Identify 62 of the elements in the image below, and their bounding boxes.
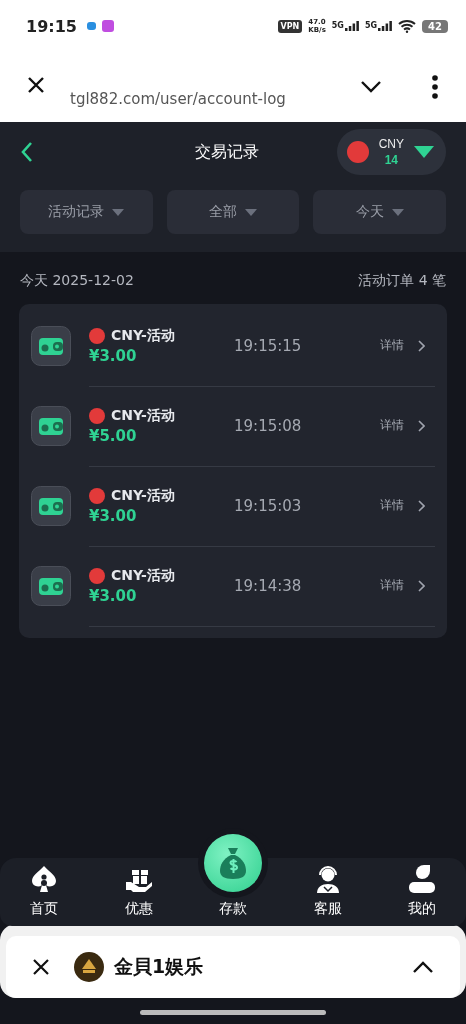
nav-tab[interactable]: 我的 xyxy=(392,864,452,926)
record-title: CNY-活动 xyxy=(111,486,175,505)
chevron-right-icon xyxy=(418,499,425,512)
page-title: 交易记录 xyxy=(195,141,260,163)
wallet-icon xyxy=(31,406,71,446)
nav-tab[interactable]: 客服 xyxy=(297,864,358,926)
nav-tab[interactable]: 存款 xyxy=(203,834,263,926)
currency-selector[interactable]: CNY 14 xyxy=(336,129,446,175)
spade-icon xyxy=(29,864,59,894)
close-icon[interactable] xyxy=(26,75,46,95)
record-title: CNY-活动 xyxy=(111,326,175,345)
details-link[interactable]: 详情 xyxy=(380,337,435,354)
chevron-up-icon[interactable] xyxy=(412,960,434,974)
chevron-right-icon xyxy=(418,419,425,432)
signal-icon xyxy=(378,21,393,31)
vpn-badge: VPN xyxy=(277,19,303,33)
record-time: 19:15:15 xyxy=(234,336,302,355)
filter-dropdown[interactable]: 今天 xyxy=(313,190,446,234)
network-label: 5G xyxy=(364,21,378,30)
chevron-down-icon[interactable] xyxy=(360,80,382,94)
wallet-icon xyxy=(31,486,71,526)
app-name: 金貝1娱乐 xyxy=(114,954,204,979)
details-link[interactable]: 详情 xyxy=(380,577,435,594)
order-count: 活动订单 4 笔 xyxy=(358,272,446,290)
network-label: 5G xyxy=(331,21,344,30)
record-amount: ¥3.00 xyxy=(89,346,138,365)
record-amount: ¥3.00 xyxy=(89,586,138,605)
url-text[interactable]: tgl882.com/user/account-log xyxy=(70,90,286,108)
record-time: 19:15:03 xyxy=(234,496,302,515)
record-time: 19:14:38 xyxy=(234,576,302,595)
details-link[interactable]: 详情 xyxy=(380,417,435,434)
wallet-icon xyxy=(31,326,71,366)
status-time: 19:15 xyxy=(26,16,77,36)
filter-dropdown[interactable]: 全部 xyxy=(166,190,300,234)
balance-value: 14 xyxy=(384,152,398,168)
chevron-right-icon xyxy=(418,579,425,592)
app-icon xyxy=(86,22,96,30)
signal-icon xyxy=(344,21,359,31)
caret-icon xyxy=(112,208,125,216)
wifi-icon xyxy=(398,19,417,33)
close-icon[interactable] xyxy=(32,958,50,976)
user-icon xyxy=(407,864,437,894)
battery-icon: 42 xyxy=(422,19,448,33)
date-label: 今天 2025-12-02 xyxy=(20,272,134,290)
record-amount: ¥3.00 xyxy=(89,506,138,525)
record-title: CNY-活动 xyxy=(111,566,175,585)
details-link[interactable]: 详情 xyxy=(380,497,435,514)
filter-dropdown[interactable]: 活动记录 xyxy=(20,190,153,234)
back-icon[interactable] xyxy=(20,141,34,163)
caret-icon xyxy=(414,146,434,158)
record-amount: ¥5.00 xyxy=(89,426,138,445)
wallet-icon xyxy=(31,566,71,606)
record-title: CNY-活动 xyxy=(111,406,175,425)
app-icon xyxy=(101,20,114,32)
more-icon[interactable] xyxy=(432,75,438,99)
caret-icon xyxy=(245,208,257,216)
record-time: 19:15:08 xyxy=(234,416,302,435)
caret-icon xyxy=(391,208,404,216)
currency-code: CNY xyxy=(378,136,404,152)
nav-tab[interactable]: 优惠 xyxy=(108,864,169,926)
nav-tab[interactable]: 首页 xyxy=(14,864,74,926)
chevron-right-icon xyxy=(418,339,425,352)
